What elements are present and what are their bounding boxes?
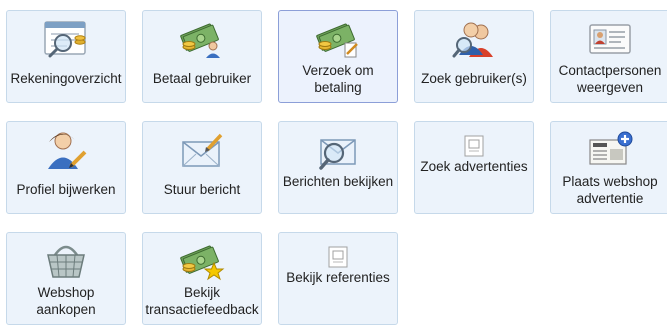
tile-label: Verzoek om betaling (302, 63, 374, 95)
tile-label: Betaal gebruiker (152, 71, 252, 86)
contact-card-icon (587, 19, 633, 59)
tile-label: Profiel bijwerken (16, 182, 116, 197)
newspaper-add-icon (587, 130, 633, 170)
tile-label: Berichten bekijken (282, 174, 394, 189)
broken-image-icon (463, 134, 485, 158)
tile-bekijk-transactiefeedback[interactable]: Bekijk transactiefeedback (142, 232, 262, 325)
tile-label: Zoek advertenties (420, 159, 528, 174)
send-message-icon (179, 130, 225, 170)
tile-plaats-webshop-advertentie[interactable]: Plaats webshop advertentie (550, 121, 667, 214)
menu-grid: Rekeningoverzicht Betaal gebruiker Verzo… (0, 0, 667, 325)
tile-zoek-advertenties[interactable]: Zoek advertenties (414, 121, 534, 214)
tile-label: Webshop aankopen (36, 285, 96, 317)
tile-bekijk-referenties[interactable]: Bekijk referenties (278, 232, 398, 325)
tile-label: Contactpersonen weergeven (558, 63, 662, 95)
payment-request-icon (315, 19, 361, 59)
tile-verzoek-om-betaling[interactable]: Verzoek om betaling (278, 10, 398, 103)
shopping-basket-icon (43, 241, 89, 281)
tile-label: Zoek gebruiker(s) (421, 71, 527, 86)
tile-zoek-gebruikers[interactable]: Zoek gebruiker(s) (414, 10, 534, 103)
tile-label: Stuur bericht (163, 182, 241, 197)
pay-user-icon (179, 19, 225, 59)
tile-profiel-bijwerken[interactable]: Profiel bijwerken (6, 121, 126, 214)
tile-label: Bekijk transactiefeedback (145, 285, 259, 317)
search-users-icon (451, 19, 497, 59)
tile-contactpersonen-weergeven[interactable]: Contactpersonen weergeven (550, 10, 667, 103)
view-messages-icon (315, 130, 361, 170)
tile-label: Plaats webshop advertentie (562, 174, 658, 206)
tile-rekeningoverzicht[interactable]: Rekeningoverzicht (6, 10, 126, 103)
tile-betaal-gebruiker[interactable]: Betaal gebruiker (142, 10, 262, 103)
edit-profile-icon (43, 130, 89, 170)
tile-stuur-bericht[interactable]: Stuur bericht (142, 121, 262, 214)
transaction-feedback-icon (179, 241, 225, 281)
tile-webshop-aankopen[interactable]: Webshop aankopen (6, 232, 126, 325)
account-overview-icon (43, 19, 89, 59)
broken-image-icon (327, 245, 349, 269)
tile-berichten-bekijken[interactable]: Berichten bekijken (278, 121, 398, 214)
tile-label: Rekeningoverzicht (10, 71, 122, 86)
tile-label: Bekijk referenties (286, 270, 390, 285)
